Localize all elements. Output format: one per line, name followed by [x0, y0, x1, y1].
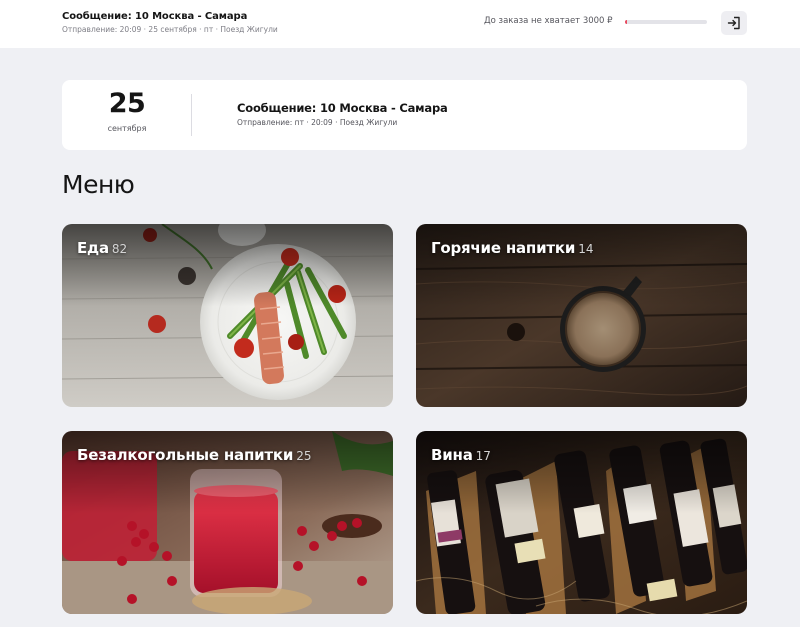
category-count: 25 [296, 449, 312, 463]
category-name: Еда [77, 239, 109, 257]
order-minimum-progress [625, 20, 707, 24]
logout-button[interactable] [721, 11, 747, 35]
departure-day: 25 [108, 88, 146, 119]
category-label: Еда 82 [77, 239, 127, 257]
departure-month: сентября [107, 124, 147, 133]
category-card-hot-drinks[interactable]: Горячие напитки 14 [416, 224, 747, 407]
category-label: Горячие напитки 14 [431, 239, 593, 257]
category-count: 17 [475, 449, 491, 463]
trip-subtitle: Отправление: пт · 20:09 · Поезд Жигули [237, 118, 398, 127]
trip-title: Сообщение: 10 Москва - Самара [237, 101, 448, 115]
category-card-food[interactable]: Еда 82 [62, 224, 393, 407]
category-card-soft-drinks[interactable]: Безалкогольные напитки 25 [62, 431, 393, 614]
category-card-wine[interactable]: Вина 17 [416, 431, 747, 614]
category-count: 82 [111, 242, 128, 256]
top-bar: Сообщение: 10 Москва - Самара Отправлени… [0, 0, 800, 48]
menu-heading: Меню [62, 170, 135, 199]
category-count: 14 [578, 242, 594, 256]
logout-icon [727, 16, 740, 30]
category-name: Безалкогольные напитки [77, 446, 294, 464]
category-label: Безалкогольные напитки 25 [77, 446, 311, 464]
divider [191, 94, 192, 136]
category-name: Горячие напитки [431, 239, 576, 257]
topbar-trip-subtitle: Отправление: 20:09 · 25 сентября · пт · … [62, 25, 278, 34]
topbar-trip-title: Сообщение: 10 Москва - Самара [62, 11, 248, 22]
order-minimum-label: До заказа не хватает 3000 ₽ [484, 16, 613, 26]
order-minimum-progress-fill [625, 20, 627, 24]
category-name: Вина [431, 446, 473, 464]
category-label: Вина 17 [431, 446, 491, 464]
trip-info-card: 25 сентября Сообщение: 10 Москва - Самар… [62, 80, 747, 150]
